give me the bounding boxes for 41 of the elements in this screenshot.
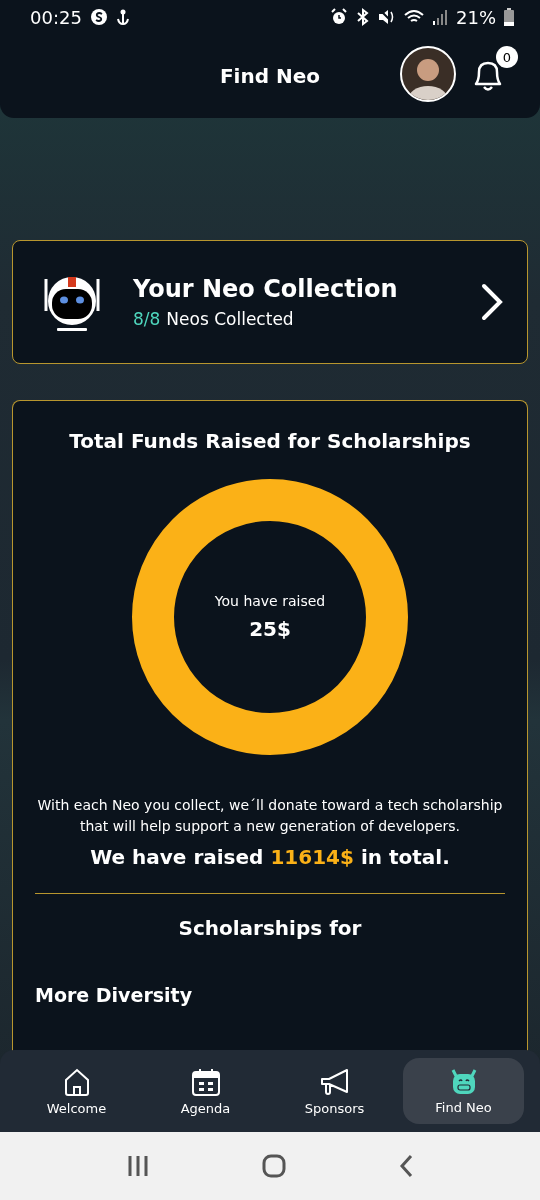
- collection-title: Your Neo Collection: [133, 275, 399, 303]
- avatar[interactable]: [400, 46, 456, 102]
- funds-title: Total Funds Raised for Scholarships: [69, 429, 471, 453]
- recent-apps-icon[interactable]: [126, 1154, 149, 1178]
- status-time: 00:25: [30, 6, 82, 28]
- anchor-icon: [115, 8, 130, 26]
- battery-percentage: 21%: [456, 6, 496, 28]
- nav-tab[interactable]: Find Neo: [403, 1058, 524, 1124]
- megaphone-icon: [318, 1066, 351, 1097]
- total-prefix: We have raised: [90, 845, 264, 869]
- collected-count: 8/8: [133, 309, 161, 329]
- neo-collection-card[interactable]: Your Neo Collection 8/8 Neos Collected: [12, 240, 528, 364]
- back-icon[interactable]: [399, 1154, 414, 1178]
- funds-description: With each Neo you collect, we´ll donate toward a tech scholarship that will help support a new generation of developers.: [36, 796, 504, 836]
- donut-label: You have raised: [214, 593, 326, 609]
- page-title: Find Neo: [219, 64, 321, 88]
- collected-label: Neos Collected: [166, 309, 294, 329]
- nav-tab[interactable]: Agenda: [145, 1058, 266, 1124]
- nav-label: Welcome: [46, 1100, 107, 1116]
- chevron-right-icon: [481, 283, 503, 321]
- bluetooth-icon: [356, 8, 370, 26]
- signal-icon: [432, 8, 448, 26]
- nav-label: Agenda: [180, 1100, 231, 1116]
- nav-label: Find Neo: [435, 1099, 492, 1115]
- notification-count: 0: [496, 46, 518, 68]
- app-notification-icon: [89, 8, 108, 26]
- scholarships-title: Scholarships for: [178, 916, 362, 940]
- scholarship-heading: More Diversity: [35, 984, 193, 1006]
- calendar-icon: [190, 1066, 221, 1097]
- total-suffix: in total.: [360, 845, 450, 869]
- total-amount: 11614$: [270, 845, 354, 869]
- home-icon[interactable]: [262, 1154, 286, 1178]
- nav-tab[interactable]: Welcome: [16, 1058, 137, 1124]
- robot-icon: [449, 1067, 478, 1096]
- alarm-icon: [330, 8, 348, 26]
- battery-icon: [504, 8, 514, 26]
- home-icon: [62, 1066, 91, 1097]
- donut-amount: 25$: [249, 617, 291, 641]
- notification-button[interactable]: 0: [468, 46, 518, 96]
- nav-label: Sponsors: [304, 1100, 365, 1116]
- nav-tab[interactable]: Sponsors: [274, 1058, 395, 1124]
